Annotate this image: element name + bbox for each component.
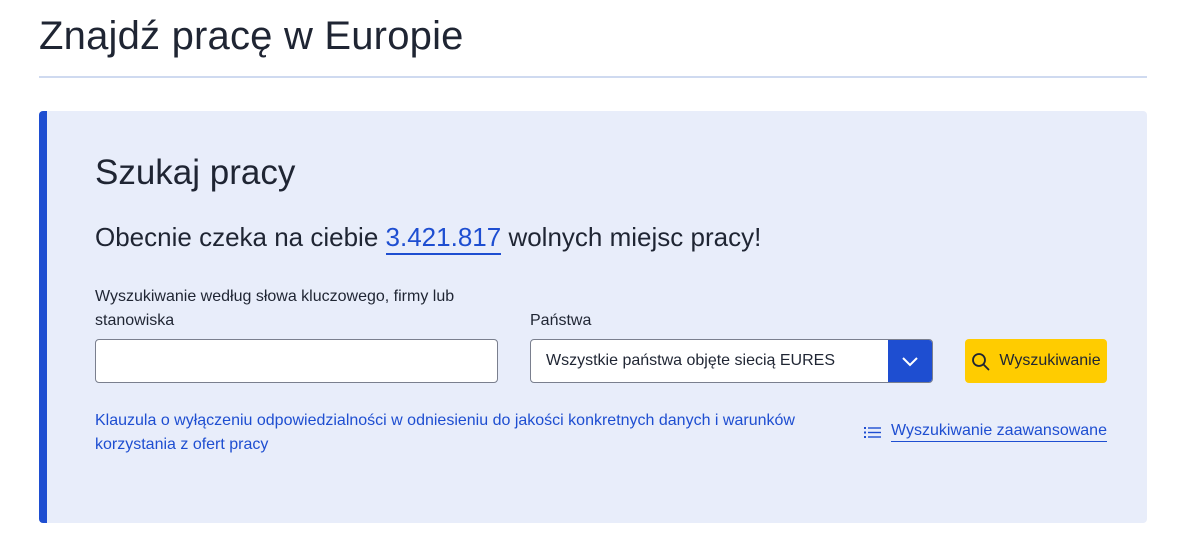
counter-suffix: wolnych miejsc pracy! — [508, 222, 762, 252]
country-selected-value: Wszystkie państwa objęte siecią EURES — [546, 352, 835, 369]
vacancy-counter: Obecnie czeka na ciebie 3.421.817 wolnyc… — [95, 222, 762, 255]
page-title: Znajdź pracę w Europie — [39, 14, 464, 58]
country-select[interactable]: Wszystkie państwa objęte siecią EURES — [530, 339, 933, 383]
disclaimer-link[interactable]: Klauzula o wyłączeniu odpowiedzialności … — [95, 409, 825, 457]
search-button[interactable]: Wyszukiwanie — [965, 339, 1107, 383]
country-label: Państwa — [530, 312, 592, 329]
keyword-input[interactable] — [95, 339, 498, 383]
job-search-panel: Szukaj pracy Obecnie czeka na ciebie 3.4… — [39, 111, 1147, 523]
keyword-label: Wyszukiwanie według słowa kluczowego, fi… — [95, 288, 455, 329]
title-divider — [39, 76, 1147, 78]
counter-prefix: Obecnie czeka na ciebie — [95, 222, 379, 252]
list-icon — [864, 426, 881, 438]
advanced-search-label: Wyszukiwanie zaawansowane — [891, 422, 1107, 442]
panel-title: Szukaj pracy — [95, 153, 296, 192]
search-button-label: Wyszukiwanie — [999, 352, 1101, 369]
page: Znajdź pracę w Europie Szukaj pracy Obec… — [0, 0, 1189, 559]
country-dropdown-toggle[interactable] — [888, 340, 932, 382]
vacancy-count-link[interactable]: 3.421.817 — [385, 222, 502, 255]
advanced-search-link[interactable]: Wyszukiwanie zaawansowane — [864, 422, 1107, 442]
panel-accent-bar — [39, 111, 47, 523]
chevron-down-icon — [902, 357, 918, 367]
search-icon — [972, 352, 990, 370]
